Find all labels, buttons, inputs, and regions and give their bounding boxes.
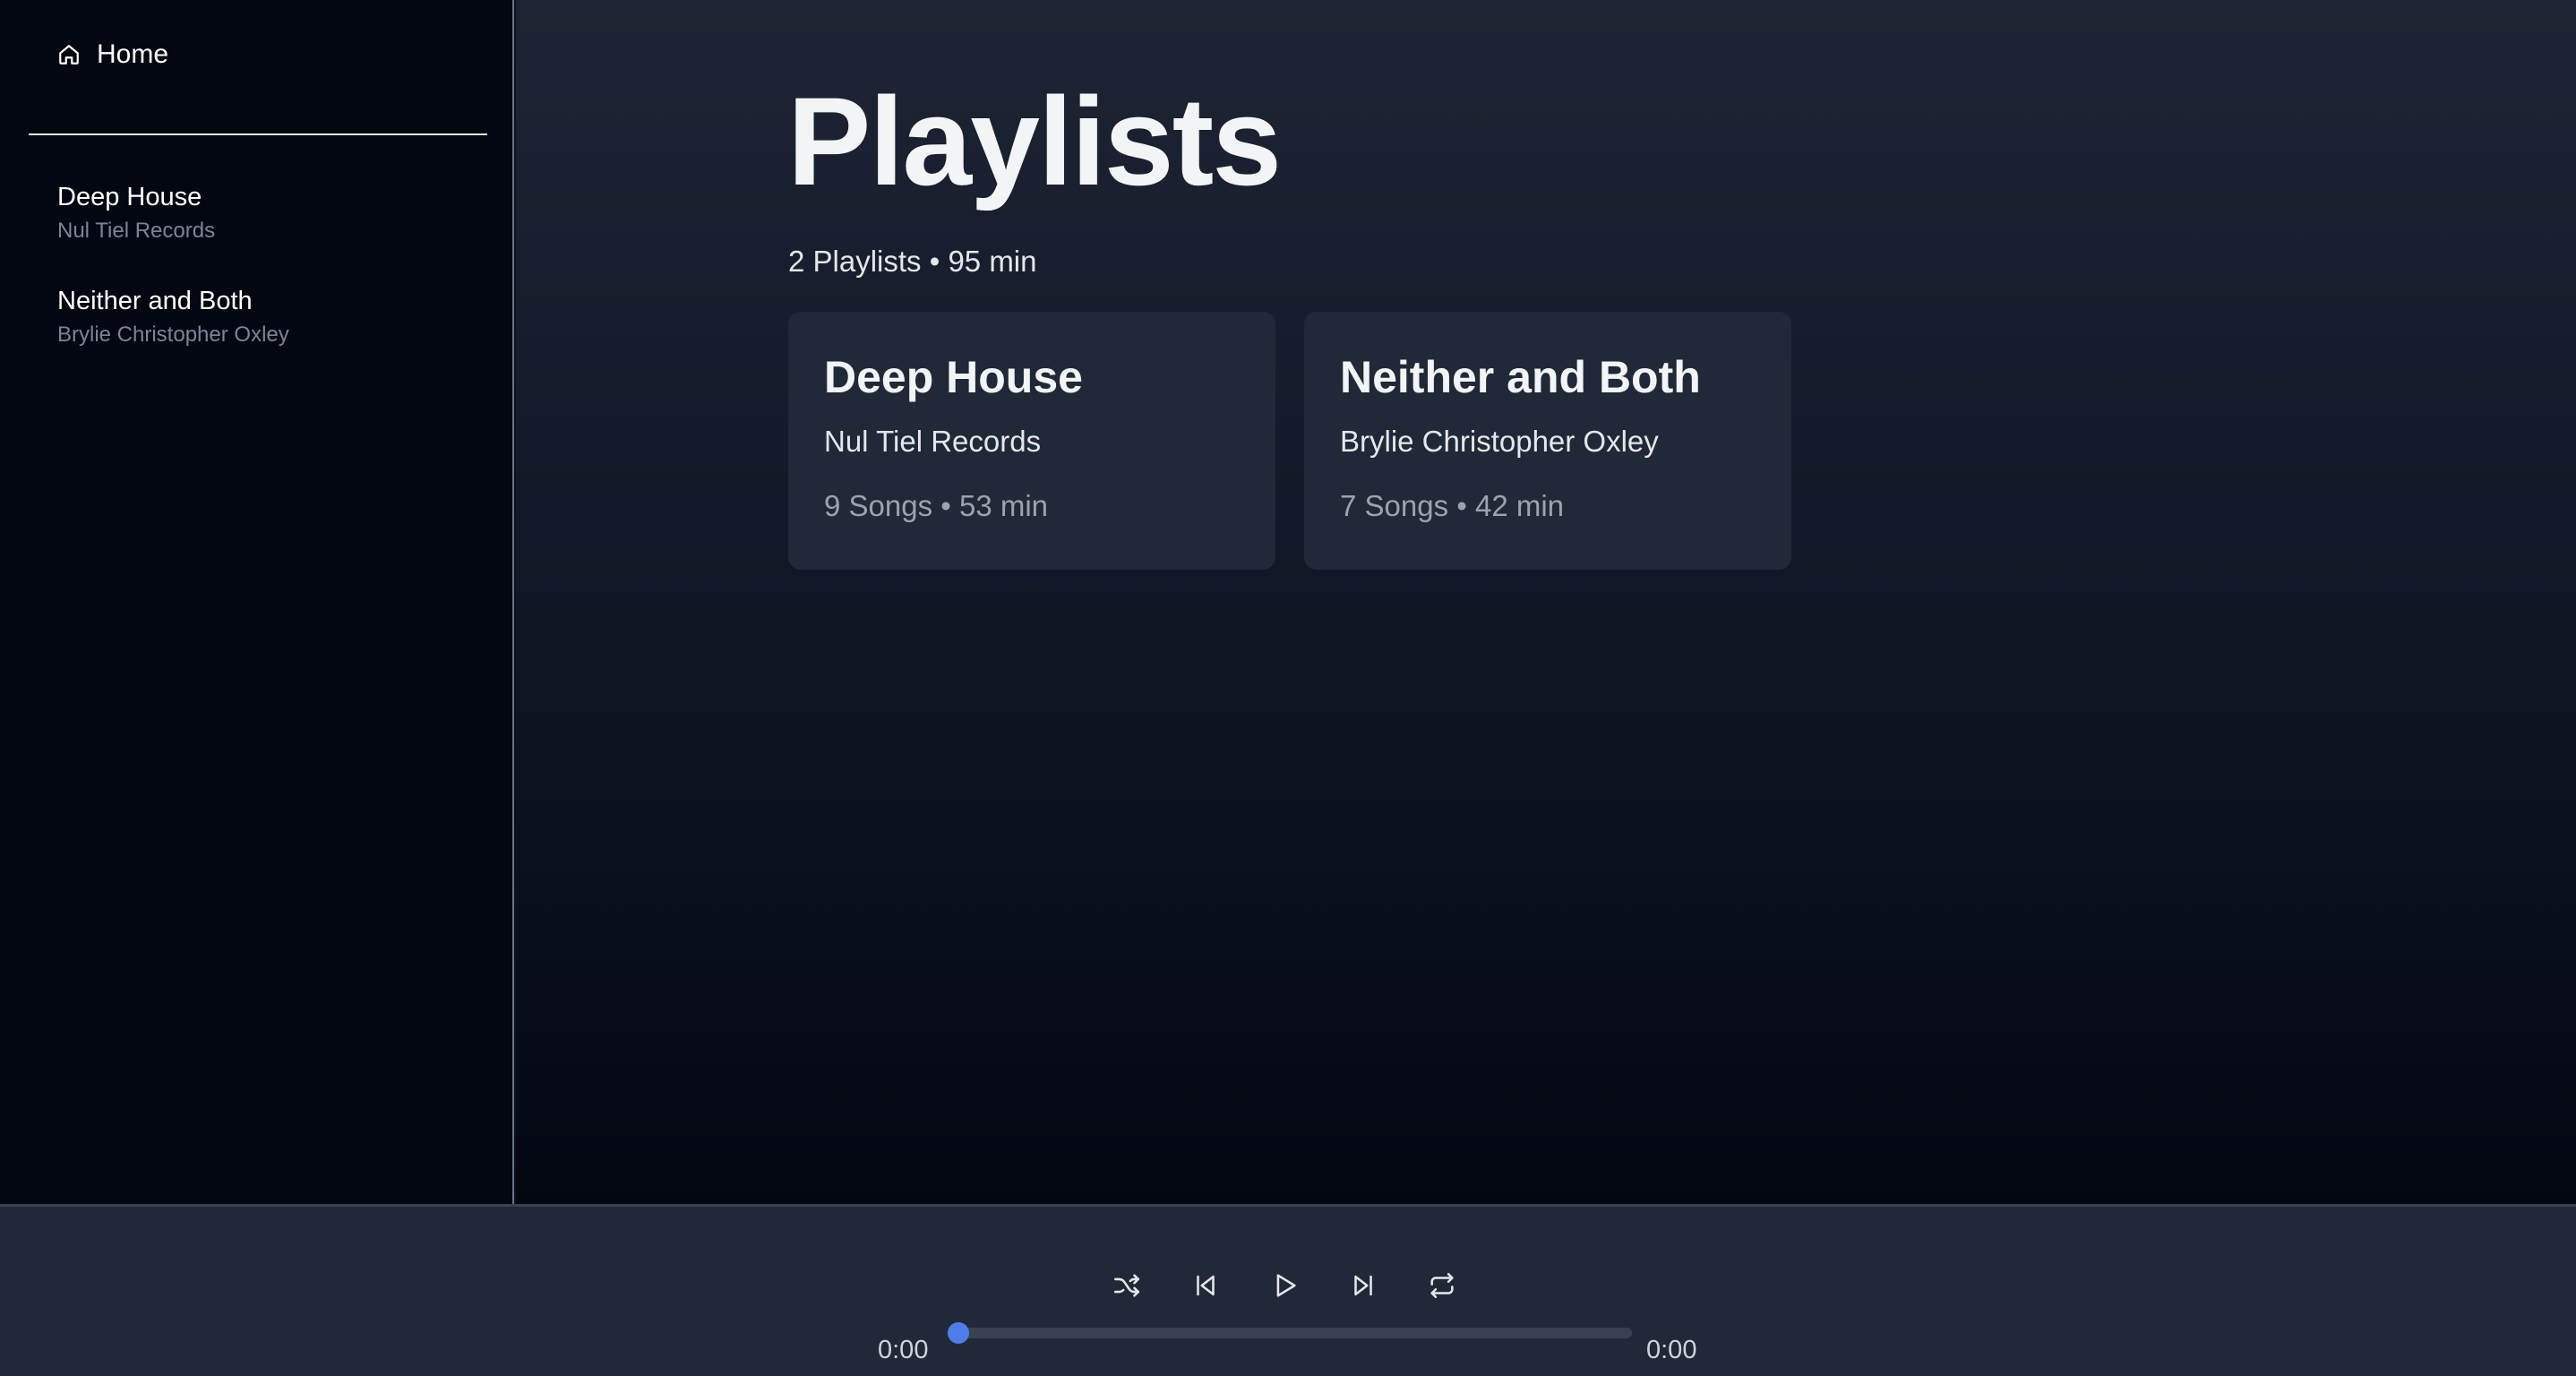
home-link[interactable]: Home	[57, 39, 168, 70]
playlist-card-meta: 9 Songs • 53 min	[824, 489, 1049, 522]
main-content: Playlists 2 Playlists • 95 min Deep Hous…	[516, 0, 2576, 1204]
home-label: Home	[97, 39, 169, 69]
player-controls	[1109, 1268, 1460, 1303]
current-time: 0:00	[878, 1336, 929, 1364]
repeat-icon	[1427, 1270, 1457, 1301]
playlist-cards: Deep House Nul Tiel Records 9 Songs • 53…	[788, 312, 1791, 570]
total-time: 0:00	[1646, 1336, 1697, 1364]
playlist-card-deep-house[interactable]: Deep House Nul Tiel Records 9 Songs • 53…	[788, 312, 1275, 570]
repeat-button[interactable]	[1424, 1268, 1460, 1303]
sidebar-item-title: Neither and Both	[57, 287, 253, 315]
previous-icon	[1190, 1270, 1221, 1301]
playlist-card-owner: Brylie Christopher Oxley	[1340, 425, 1659, 458]
sidebar-item-subtitle: Nul Tiel Records	[57, 219, 216, 243]
page-title: Playlists	[787, 71, 1282, 211]
player-bar: 0:00 0:00	[0, 1204, 2576, 1376]
next-button[interactable]	[1345, 1268, 1381, 1303]
sidebar: Home Deep House Nul Tiel Records Neither…	[0, 0, 514, 1204]
app-root: Home Deep House Nul Tiel Records Neither…	[0, 0, 2576, 1376]
sidebar-playlist-list: Deep House Nul Tiel Records Neither and …	[57, 177, 478, 385]
previous-button[interactable]	[1188, 1268, 1224, 1303]
shuffle-button[interactable]	[1109, 1268, 1145, 1303]
playlists-summary: 2 Playlists • 95 min	[788, 245, 1037, 278]
home-icon	[57, 43, 81, 66]
sidebar-divider	[29, 133, 487, 135]
sidebar-item-deep-house[interactable]: Deep House Nul Tiel Records	[57, 177, 478, 281]
sidebar-item-subtitle: Brylie Christopher Oxley	[57, 322, 289, 347]
sidebar-item-title: Deep House	[57, 183, 202, 211]
shuffle-icon	[1112, 1270, 1142, 1301]
progress-slider[interactable]	[948, 1322, 1632, 1344]
playlist-card-owner: Nul Tiel Records	[824, 425, 1042, 458]
progress-thumb[interactable]	[948, 1322, 969, 1344]
next-icon	[1348, 1270, 1378, 1301]
playlist-card-meta: 7 Songs • 42 min	[1340, 489, 1565, 522]
playlist-card-neither-and-both[interactable]: Neither and Both Brylie Christopher Oxle…	[1304, 312, 1791, 570]
playlist-card-title: Neither and Both	[1340, 352, 1701, 402]
sidebar-item-neither-and-both[interactable]: Neither and Both Brylie Christopher Oxle…	[57, 281, 478, 385]
playlist-card-title: Deep House	[824, 352, 1083, 402]
play-icon	[1269, 1270, 1300, 1301]
play-button[interactable]	[1267, 1268, 1302, 1303]
